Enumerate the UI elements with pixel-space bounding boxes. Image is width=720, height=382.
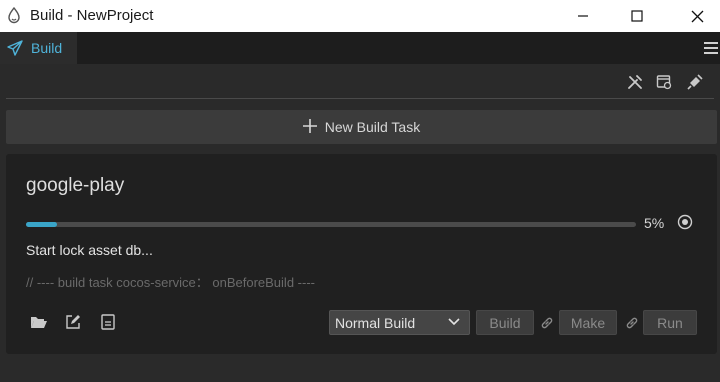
make-button-label: Make [570,314,606,331]
window-titlebar: Build - NewProject [0,0,720,32]
document-icon[interactable] [99,314,117,330]
window-title: Build - NewProject [30,7,154,24]
close-icon [691,10,703,22]
new-build-task-button[interactable]: New Build Task [6,110,717,144]
satellite-icon[interactable] [686,73,704,91]
edit-icon[interactable] [64,314,82,330]
menu-icon[interactable] [704,42,718,54]
chevron-down-icon [448,318,460,326]
stop-icon[interactable] [677,214,693,230]
task-status: Start lock asset db... [26,242,153,258]
progress-bar [26,222,636,227]
new-build-task-label: New Build Task [324,119,421,135]
toolbar-divider [6,98,714,99]
folder-open-icon[interactable] [30,314,48,330]
build-button-label: Build [489,314,521,331]
maximize-icon [631,10,643,22]
close-button[interactable] [674,0,720,32]
minimize-button[interactable] [560,0,606,32]
link-icon [541,317,553,329]
panel-tabbar: Build [0,32,720,64]
task-log: // ---- build task cocos-service： onBefo… [26,275,315,290]
minimize-icon [578,15,588,17]
run-button-label: Run [657,314,683,331]
build-toolbar [0,64,720,100]
preview-icon[interactable] [655,73,673,91]
tools-icon[interactable] [626,73,644,91]
tab-build[interactable]: Build [0,32,77,64]
link-icon [626,317,638,329]
build-button[interactable]: Build [476,310,534,335]
progress-percent: 5% [644,215,665,231]
plus-icon [302,119,317,133]
make-button[interactable]: Make [559,310,617,335]
build-task-card: google-play 5% Start lock asset db... //… [6,154,717,354]
run-button[interactable]: Run [643,310,697,335]
paper-plane-icon [7,40,23,56]
app-logo-icon [8,7,20,24]
task-name: google-play [26,175,125,196]
progress-fill [26,222,57,227]
build-mode-value: Normal Build [335,314,416,331]
build-mode-select[interactable]: Normal Build [329,310,470,335]
maximize-button[interactable] [614,0,660,32]
tab-build-label: Build [31,40,63,56]
